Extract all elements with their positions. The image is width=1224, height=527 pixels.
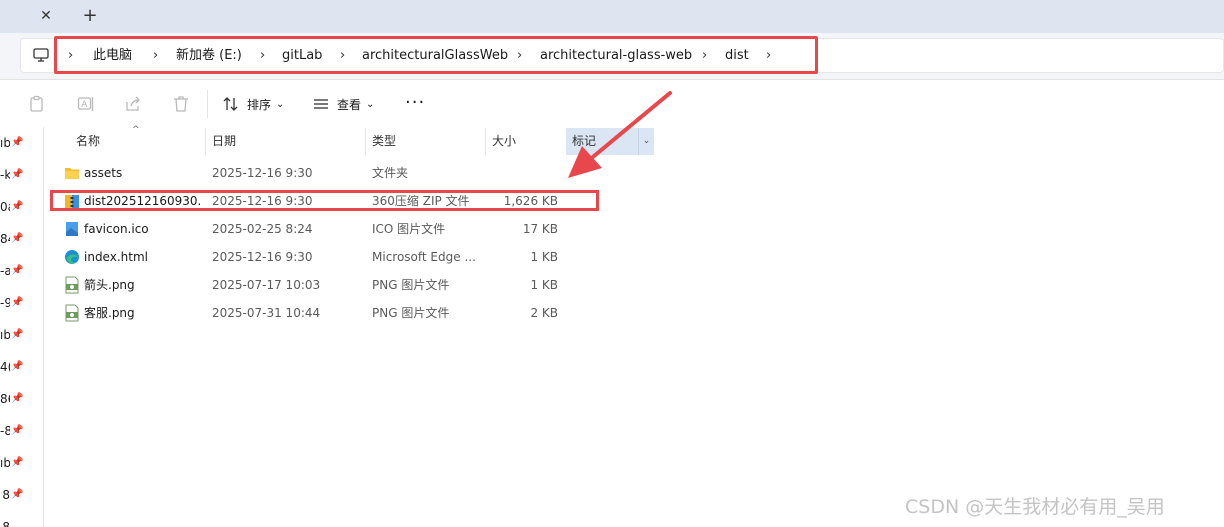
delete-icon[interactable]	[171, 94, 191, 114]
file-size: 1 KB	[530, 278, 558, 292]
edge-html-icon	[65, 250, 79, 264]
folder-icon	[65, 168, 79, 179]
file-name[interactable]: assets	[84, 165, 202, 181]
sort-ascending-icon: ^	[132, 125, 140, 135]
view-button[interactable]: 查看	[337, 96, 361, 114]
navigation-pane[interactable]: ıb 📌 -k 📌 0a 📌 84 📌 -a 📌 -9 📌 ıb 📌 4( 📌 …	[0, 127, 44, 527]
file-date: 2025-12-16 9:30	[212, 250, 313, 264]
view-chevron-down-icon[interactable]: ⌄	[366, 96, 374, 114]
file-name[interactable]: 箭头.png	[84, 277, 202, 293]
file-name[interactable]: favicon.ico	[84, 221, 202, 237]
file-row[interactable]: favicon.ico 2025-02-25 8:24 ICO 图片文件 17 …	[52, 215, 600, 243]
file-date: 2025-07-31 10:44	[212, 306, 321, 320]
file-date: 2025-02-25 8:24	[212, 222, 313, 236]
annotation-arrow-icon	[568, 91, 672, 178]
file-type: 文件夹	[372, 166, 409, 180]
file-name[interactable]: 客服.png	[84, 305, 202, 321]
nav-item[interactable]: -k	[0, 167, 10, 183]
view-icon[interactable]	[312, 96, 330, 112]
file-row[interactable]: 箭头.png 2025-07-17 10:03 PNG 图片文件 1 KB	[52, 271, 600, 299]
file-row[interactable]: assets 2025-12-16 9:30 文件夹	[52, 159, 600, 187]
pin-icon: 📌	[11, 489, 24, 500]
file-size: 1 KB	[530, 250, 558, 264]
sort-button[interactable]: 排序	[247, 96, 271, 114]
nav-item[interactable]: 84	[0, 231, 10, 247]
watermark: CSDN @天生我材必有用_吴用	[905, 496, 1165, 518]
nav-item[interactable]: ıb	[0, 327, 10, 343]
file-size: 2 KB	[530, 306, 558, 320]
file-type: PNG 图片文件	[372, 306, 450, 320]
more-options-icon[interactable]: ···	[405, 93, 425, 113]
nav-item[interactable]: -8	[0, 423, 10, 439]
file-size: 17 KB	[522, 222, 558, 236]
pin-icon: 📌	[11, 329, 24, 340]
toolbar-divider	[207, 90, 208, 118]
column-header-type[interactable]: 类型	[372, 128, 396, 155]
rename-icon[interactable]: A	[76, 94, 96, 114]
pin-icon: 📌	[11, 265, 24, 276]
column-divider[interactable]	[485, 128, 486, 155]
pin-icon: 📌	[11, 297, 24, 308]
file-name[interactable]: index.html	[84, 249, 202, 265]
pin-icon: 📌	[11, 361, 24, 372]
pin-icon: 📌	[11, 169, 24, 180]
nav-item[interactable]: 8	[0, 519, 10, 527]
nav-item[interactable]: 0a	[0, 199, 10, 215]
nav-item[interactable]: ıb	[0, 455, 10, 471]
close-tab-icon[interactable]: ✕	[36, 6, 56, 26]
nav-item[interactable]: 86	[0, 391, 10, 407]
nav-item[interactable]: -9	[0, 295, 10, 311]
png-image-icon	[65, 304, 79, 322]
new-tab-icon[interactable]: +	[80, 5, 100, 27]
nav-item[interactable]: -a	[0, 263, 10, 279]
column-header-size[interactable]: 大小	[492, 128, 516, 155]
file-type: PNG 图片文件	[372, 278, 450, 292]
file-row[interactable]: index.html 2025-12-16 9:30 Microsoft Edg…	[52, 243, 600, 271]
this-pc-icon[interactable]	[32, 46, 50, 64]
column-header-name[interactable]: 名称	[76, 128, 100, 155]
file-date: 2025-07-17 10:03	[212, 278, 321, 292]
pin-icon: 📌	[11, 201, 24, 212]
nav-item[interactable]: 8	[0, 487, 10, 503]
column-divider[interactable]	[205, 128, 206, 155]
nav-item[interactable]: 4(	[0, 359, 10, 375]
pin-icon: 📌	[11, 425, 24, 436]
sort-chevron-down-icon[interactable]: ⌄	[276, 96, 284, 114]
tab-bar: ✕ +	[0, 0, 1224, 33]
share-icon[interactable]	[123, 94, 143, 114]
column-divider[interactable]	[365, 128, 366, 155]
svg-text:A: A	[81, 100, 88, 110]
png-image-icon	[65, 276, 79, 294]
zip-file-annotation-box	[50, 190, 599, 211]
ico-image-icon	[66, 222, 78, 236]
pin-icon: 📌	[11, 457, 24, 468]
file-type: ICO 图片文件	[372, 222, 446, 236]
file-date: 2025-12-16 9:30	[212, 166, 313, 180]
sort-icon[interactable]	[222, 95, 240, 113]
pin-icon: 📌	[11, 233, 24, 244]
breadcrumb-annotation-box	[54, 36, 818, 74]
paste-icon[interactable]	[27, 94, 47, 114]
column-header-date[interactable]: 日期	[212, 128, 236, 155]
nav-item[interactable]: ıb	[0, 135, 10, 151]
pin-icon: 📌	[11, 393, 24, 404]
file-row[interactable]: 客服.png 2025-07-31 10:44 PNG 图片文件 2 KB	[52, 299, 600, 327]
pin-icon: 📌	[11, 137, 24, 148]
file-type: Microsoft Edge ...	[372, 250, 476, 264]
